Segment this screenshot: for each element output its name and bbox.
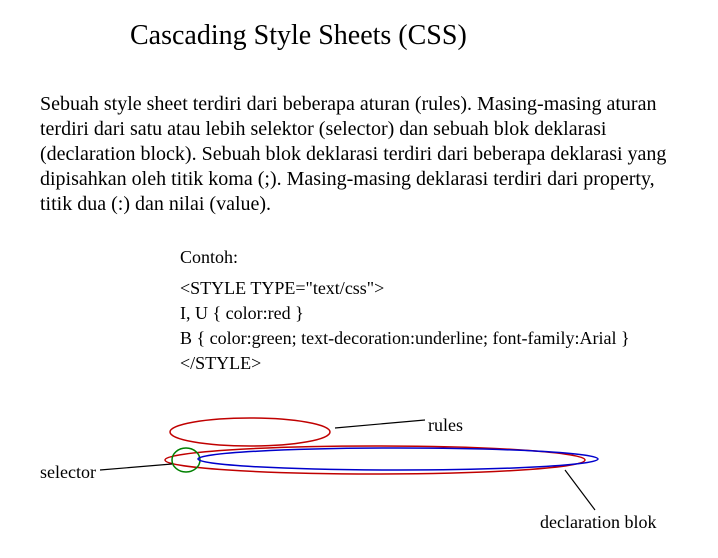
description-paragraph: Sebuah style sheet terdiri dari beberapa…	[40, 92, 678, 217]
code-block: <STYLE TYPE="text/css"> I, U { color:red…	[180, 278, 718, 374]
line-selector	[100, 464, 172, 470]
code-line-1: <STYLE TYPE="text/css">	[180, 278, 718, 299]
label-rules: rules	[428, 415, 463, 436]
label-selector: selector	[40, 462, 96, 483]
ellipse-declaration-block	[198, 448, 598, 470]
code-line-2: I, U { color:red }	[180, 303, 718, 324]
ellipse-selector	[172, 448, 200, 472]
page-title: Cascading Style Sheets (CSS)	[130, 20, 718, 52]
example-label: Contoh:	[180, 247, 718, 268]
label-declaration-block: declaration blok	[540, 512, 656, 533]
line-rules	[335, 420, 425, 428]
ellipse-rule-2	[165, 446, 585, 474]
line-declaration-block	[565, 470, 595, 510]
code-line-3: B { color:green; text-decoration:underli…	[180, 328, 718, 349]
ellipse-rule-1	[170, 418, 330, 446]
code-line-4: </STYLE>	[180, 353, 718, 374]
